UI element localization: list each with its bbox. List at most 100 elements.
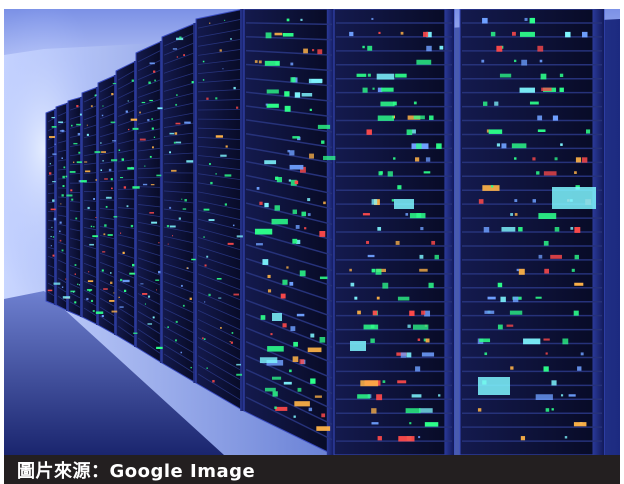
status-led <box>439 45 444 50</box>
status-led <box>271 218 288 225</box>
status-led <box>413 115 425 120</box>
status-led <box>551 408 554 411</box>
status-led <box>139 138 146 141</box>
status-led <box>53 282 61 285</box>
status-led <box>294 180 299 185</box>
status-led <box>224 203 227 206</box>
status-led <box>227 242 234 245</box>
status-led <box>543 338 550 341</box>
status-led <box>87 206 90 210</box>
status-led <box>153 136 156 138</box>
status-led <box>574 227 581 233</box>
status-led <box>216 277 222 280</box>
status-led <box>370 338 375 343</box>
status-led <box>90 105 93 108</box>
display-panel-glow <box>394 199 414 209</box>
status-led <box>206 255 209 258</box>
status-led <box>180 284 183 287</box>
status-led <box>139 111 141 114</box>
status-led <box>496 143 501 147</box>
status-led <box>151 118 154 120</box>
status-led <box>121 158 125 161</box>
status-led <box>208 293 211 297</box>
status-led <box>148 81 151 84</box>
status-led <box>575 157 582 163</box>
status-led <box>187 267 189 269</box>
status-led <box>109 300 115 302</box>
status-led <box>71 198 74 201</box>
status-led <box>545 408 550 412</box>
status-led <box>151 221 158 224</box>
status-led <box>362 87 368 93</box>
status-led <box>506 324 514 327</box>
status-led <box>425 338 430 343</box>
status-led <box>167 243 169 245</box>
status-led <box>94 94 97 97</box>
status-led <box>169 225 176 228</box>
status-led <box>411 129 416 134</box>
status-led <box>108 168 112 172</box>
status-led <box>428 282 434 288</box>
status-led <box>149 155 152 158</box>
status-led <box>375 268 382 275</box>
status-led <box>218 297 222 299</box>
status-led <box>424 422 439 427</box>
status-led <box>175 320 178 323</box>
status-led <box>176 56 179 58</box>
status-led <box>191 258 196 261</box>
status-led <box>362 45 365 49</box>
status-led <box>224 19 226 21</box>
status-led <box>415 366 421 372</box>
status-led <box>289 164 304 170</box>
status-led <box>231 332 234 334</box>
status-led <box>95 179 97 181</box>
status-led <box>86 289 93 291</box>
status-led <box>360 380 379 387</box>
status-led <box>484 352 488 356</box>
status-led <box>398 436 415 442</box>
status-led <box>376 296 380 300</box>
status-led <box>59 130 65 132</box>
status-led <box>264 160 277 165</box>
status-led <box>59 221 62 224</box>
status-led <box>118 149 121 152</box>
status-led <box>156 289 158 291</box>
status-led <box>50 208 56 211</box>
status-led <box>274 32 283 36</box>
status-led <box>58 121 64 124</box>
status-led <box>87 280 94 283</box>
status-led <box>529 17 536 24</box>
status-led <box>78 180 81 183</box>
status-led <box>190 366 192 369</box>
status-led <box>554 157 558 161</box>
status-led <box>532 199 536 203</box>
rack-shelf <box>57 196 67 198</box>
status-led <box>538 213 557 219</box>
status-led <box>101 114 104 117</box>
status-led <box>382 380 386 383</box>
status-led <box>150 184 155 186</box>
status-led <box>521 59 528 66</box>
status-led <box>405 213 409 216</box>
status-led <box>215 97 218 100</box>
status-led <box>482 17 488 24</box>
display-panel-glow <box>552 187 596 209</box>
status-led <box>201 337 204 340</box>
status-led <box>125 110 128 113</box>
status-led <box>167 326 169 329</box>
status-led <box>76 161 82 164</box>
status-led <box>61 286 64 288</box>
status-led <box>292 209 298 214</box>
status-led <box>307 347 322 353</box>
status-led <box>513 59 517 63</box>
server-rack <box>135 40 163 364</box>
status-led <box>132 186 140 189</box>
status-led <box>175 141 182 144</box>
status-led <box>377 227 382 231</box>
status-led <box>132 263 135 267</box>
status-led <box>100 169 103 171</box>
status-led <box>573 310 579 316</box>
status-led <box>516 268 519 272</box>
status-led <box>118 296 120 298</box>
status-led <box>518 227 523 232</box>
